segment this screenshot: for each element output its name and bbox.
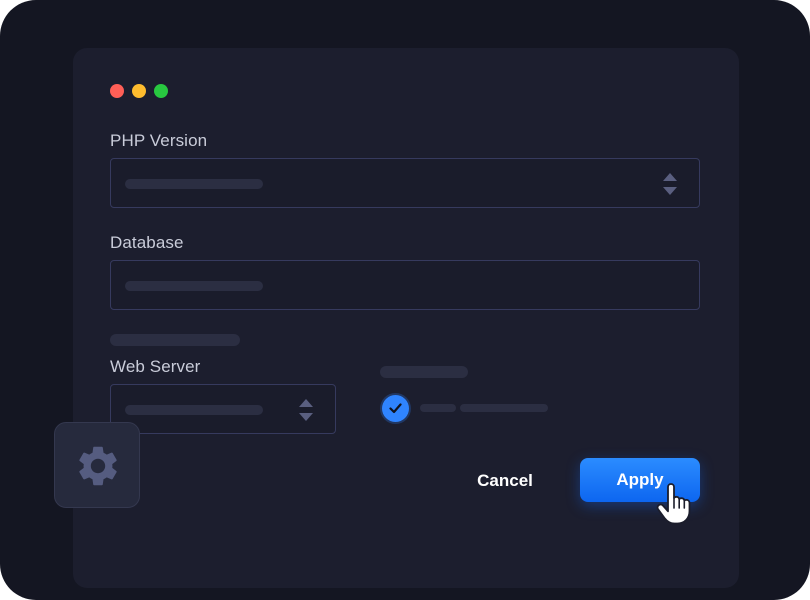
database-input[interactable] [110, 260, 700, 310]
option-label-placeholder [460, 404, 548, 412]
web-server-label: Web Server [110, 357, 201, 376]
minimize-window-button[interactable] [132, 84, 146, 98]
settings-tile [54, 422, 140, 508]
chevron-up-down-icon [663, 173, 677, 195]
maximize-window-button[interactable] [154, 84, 168, 98]
section-placeholder [110, 334, 240, 346]
checkmark-icon [389, 403, 402, 414]
chevron-up-down-icon [299, 399, 313, 421]
input-placeholder [125, 281, 263, 291]
gear-icon [79, 446, 117, 486]
option-label-placeholder [420, 404, 456, 412]
php-version-label: PHP Version [110, 131, 208, 150]
web-server-select[interactable] [110, 384, 336, 434]
php-version-select[interactable] [110, 158, 700, 208]
select-placeholder [125, 179, 263, 189]
hand-pointer-icon [656, 483, 691, 525]
close-window-button[interactable] [110, 84, 124, 98]
option-title-placeholder [380, 366, 468, 378]
cancel-button[interactable]: Cancel [462, 464, 548, 498]
option-checkbox[interactable] [382, 395, 409, 422]
select-placeholder [125, 405, 263, 415]
window-controls [110, 84, 168, 98]
settings-window [73, 48, 739, 588]
database-label: Database [110, 233, 184, 252]
